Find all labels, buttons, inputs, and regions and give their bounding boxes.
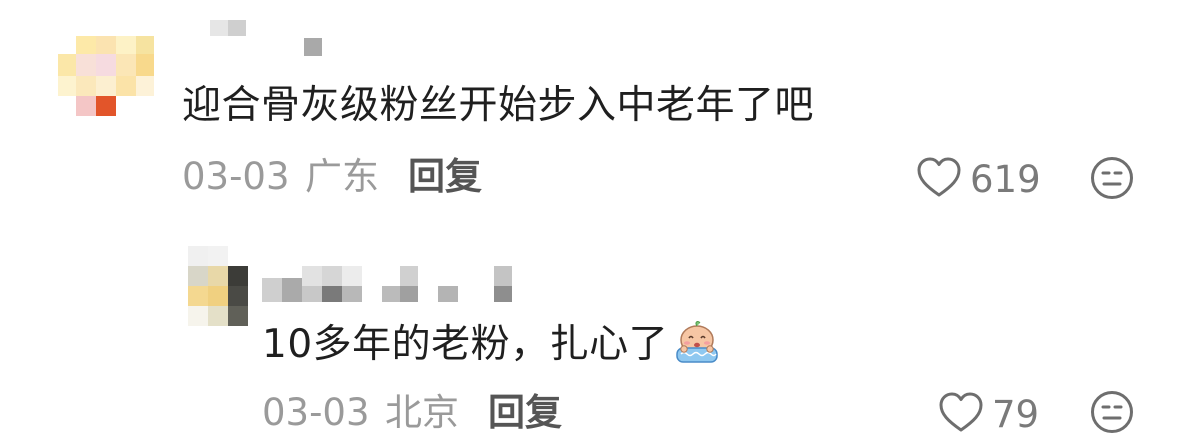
crying-bear-emoji: [672, 320, 722, 373]
comment-text: 10多年的老粉，扎心了: [262, 320, 722, 373]
username[interactable]: [262, 262, 522, 304]
username[interactable]: [210, 20, 330, 56]
neutral-face-icon[interactable]: [1090, 390, 1134, 438]
heart-outline-icon: [938, 391, 984, 437]
heart-outline-icon: [916, 156, 962, 202]
comment-location: 广东: [305, 155, 379, 198]
reply-button[interactable]: 回复: [488, 394, 562, 431]
like-count: 79: [992, 392, 1040, 436]
comment-location: 北京: [385, 391, 459, 434]
comment-text: 迎合骨灰级粉丝开始步入中老年了吧: [182, 83, 815, 128]
comment-date: 03-03: [262, 391, 370, 434]
like-button[interactable]: 79: [938, 391, 1039, 437]
reply-button[interactable]: 回复: [408, 158, 482, 195]
avatar[interactable]: [188, 246, 248, 326]
like-count: 619: [970, 157, 1041, 201]
avatar[interactable]: [58, 36, 154, 116]
neutral-face-icon[interactable]: [1090, 156, 1134, 204]
like-button[interactable]: 619: [916, 156, 1041, 202]
comment-text-content: 10多年的老粉，扎心了: [262, 322, 669, 367]
comment-date: 03-03: [182, 155, 290, 198]
